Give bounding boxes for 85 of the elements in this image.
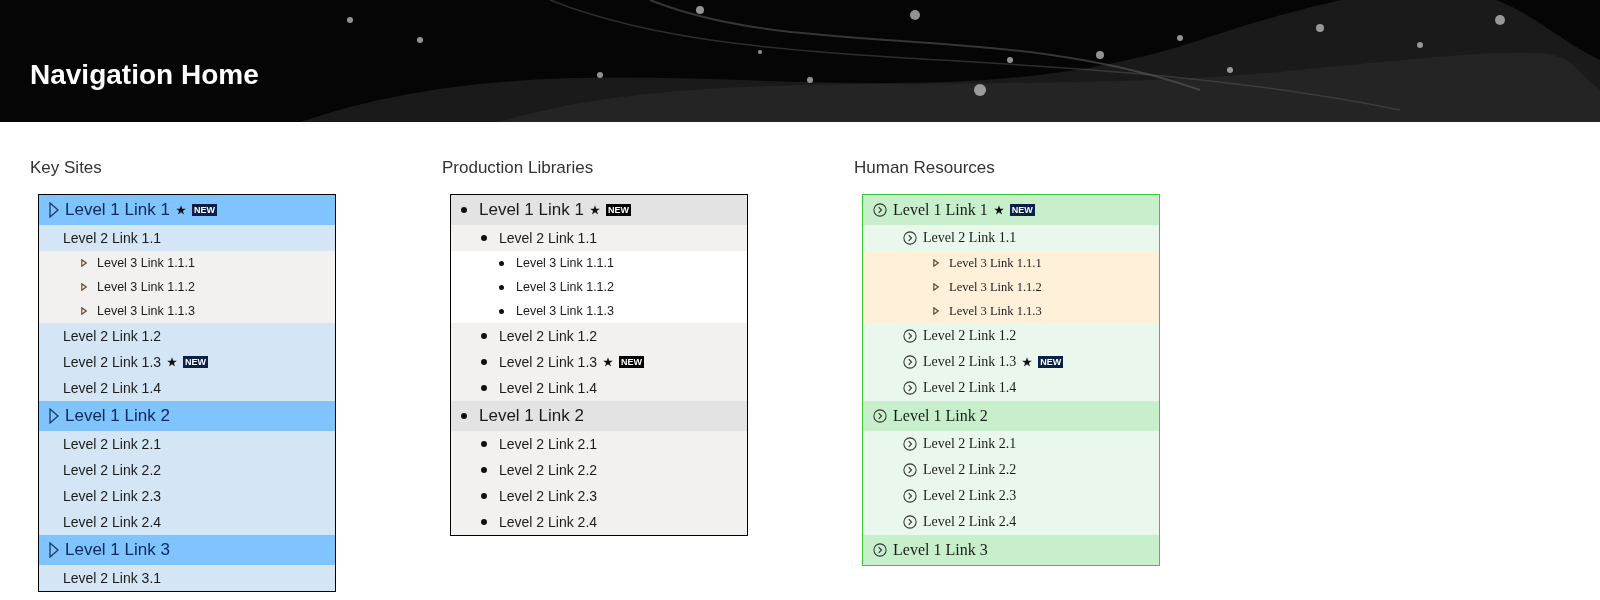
bullet-icon [461, 207, 467, 213]
chevron-circle-icon [873, 409, 887, 423]
chevron-circle-icon [873, 203, 887, 217]
nav-link[interactable]: Level 1 Link 1 NEW [39, 195, 335, 225]
nav-link[interactable]: Level 2 Link 2.1 [39, 431, 335, 457]
nav-link[interactable]: Level 2 Link 1.4 [39, 375, 335, 401]
nav-link[interactable]: Level 2 Link 2.4 [863, 509, 1159, 535]
nav-link[interactable]: Level 3 Link 1.1.3 [863, 299, 1159, 323]
nav-link[interactable]: Level 1 Link 3 [863, 535, 1159, 565]
section-heading: Production Libraries [442, 158, 595, 178]
nav-link[interactable]: Level 1 Link 1 NEW [863, 195, 1159, 225]
nav-link[interactable]: Level 2 Link 2.3 [39, 483, 335, 509]
chevron-circle-icon [903, 437, 917, 451]
triangle-icon [933, 259, 939, 267]
bullet-icon [481, 359, 487, 365]
nav-link[interactable]: Level 3 Link 1.1.1 [39, 251, 335, 275]
new-badge: NEW [1038, 356, 1064, 368]
bullet-icon [481, 519, 487, 525]
triangle-icon [81, 283, 87, 291]
triangle-icon [933, 307, 939, 315]
bullet-icon [481, 467, 487, 473]
nav-link[interactable]: Level 3 Link 1.1.3 [39, 299, 335, 323]
nav-link[interactable]: Level 1 Link 2 [451, 401, 747, 431]
nav-link[interactable]: Level 2 Link 1.1 [863, 225, 1159, 251]
nav-link[interactable]: Level 3 Link 1.1.2 [451, 275, 747, 299]
nav-link[interactable]: Level 2 Link 1.2 [863, 323, 1159, 349]
nav-link[interactable]: Level 2 Link 1.3 NEW [451, 349, 747, 375]
triangle-icon [49, 542, 59, 558]
nav-link[interactable]: Level 2 Link 2.3 [863, 483, 1159, 509]
bullet-icon [499, 260, 504, 266]
bullet-icon [481, 385, 487, 391]
nav-link[interactable]: Level 2 Link 1.4 [451, 375, 747, 401]
triangle-icon [49, 202, 59, 218]
bullet-icon [481, 493, 487, 499]
nav-link[interactable]: Level 2 Link 2.4 [39, 509, 335, 535]
nav-link[interactable]: Level 2 Link 1.4 [863, 375, 1159, 401]
chevron-circle-icon [873, 543, 887, 557]
bullet-icon [499, 308, 504, 314]
nav-link[interactable]: Level 2 Link 3.1 [39, 565, 335, 591]
nav-link[interactable]: Level 2 Link 1.1 [39, 225, 335, 251]
nav-link[interactable]: Level 2 Link 2.2 [39, 457, 335, 483]
nav-link[interactable]: Level 2 Link 1.1 [451, 225, 747, 251]
new-badge: NEW [619, 356, 645, 368]
chevron-circle-icon [903, 381, 917, 395]
bullet-icon [481, 441, 487, 447]
nav-link[interactable]: Level 1 Link 3 [39, 535, 335, 565]
nav-link[interactable]: Level 3 Link 1.1.3 [451, 299, 747, 323]
nav-link[interactable]: Level 2 Link 2.2 [451, 457, 747, 483]
nav-link[interactable]: Level 1 Link 1 NEW [451, 195, 747, 225]
nav-link[interactable]: Level 3 Link 1.1.2 [39, 275, 335, 299]
new-badge: NEW [605, 204, 631, 216]
bullet-icon [481, 235, 487, 241]
nav-link[interactable]: Level 1 Link 2 [39, 401, 335, 431]
nav-link[interactable]: Level 2 Link 1.2 [451, 323, 747, 349]
nav-link[interactable]: Level 2 Link 2.3 [451, 483, 747, 509]
chevron-circle-icon [903, 463, 917, 477]
chevron-circle-icon [903, 515, 917, 529]
new-badge: NEW [1009, 204, 1035, 216]
section-heading: Human Resources [854, 158, 996, 178]
section-heading: Key Sites [30, 158, 103, 178]
nav-link[interactable]: Level 2 Link 2.1 [451, 431, 747, 457]
nav-link[interactable]: Level 3 Link 1.1.1 [451, 251, 747, 275]
triangle-icon [81, 259, 87, 267]
chevron-circle-icon [903, 355, 917, 369]
nav-link[interactable]: Level 2 Link 1.3 NEW [39, 349, 335, 375]
chevron-circle-icon [903, 489, 917, 503]
nav-link[interactable]: Level 2 Link 2.2 [863, 457, 1159, 483]
nav-link[interactable]: Level 1 Link 2 [863, 401, 1159, 431]
nav-link[interactable]: Level 2 Link 2.4 [451, 509, 747, 535]
nav-link[interactable]: Level 2 Link 1.2 [39, 323, 335, 349]
chevron-circle-icon [903, 329, 917, 343]
triangle-icon [933, 283, 939, 291]
bullet-icon [461, 413, 467, 419]
new-badge: NEW [183, 356, 209, 368]
chevron-circle-icon [903, 231, 917, 245]
nav-link[interactable]: Level 2 Link 1.3 NEW [863, 349, 1159, 375]
nav-link[interactable]: Level 3 Link 1.1.1 [863, 251, 1159, 275]
nav-link[interactable]: Level 2 Link 2.1 [863, 431, 1159, 457]
bullet-icon [481, 333, 487, 339]
triangle-icon [81, 307, 87, 315]
bullet-icon [499, 284, 504, 290]
nav-link[interactable]: Level 3 Link 1.1.2 [863, 275, 1159, 299]
triangle-icon [49, 408, 59, 424]
page-title: Navigation Home [30, 58, 259, 91]
new-badge: NEW [191, 204, 217, 216]
